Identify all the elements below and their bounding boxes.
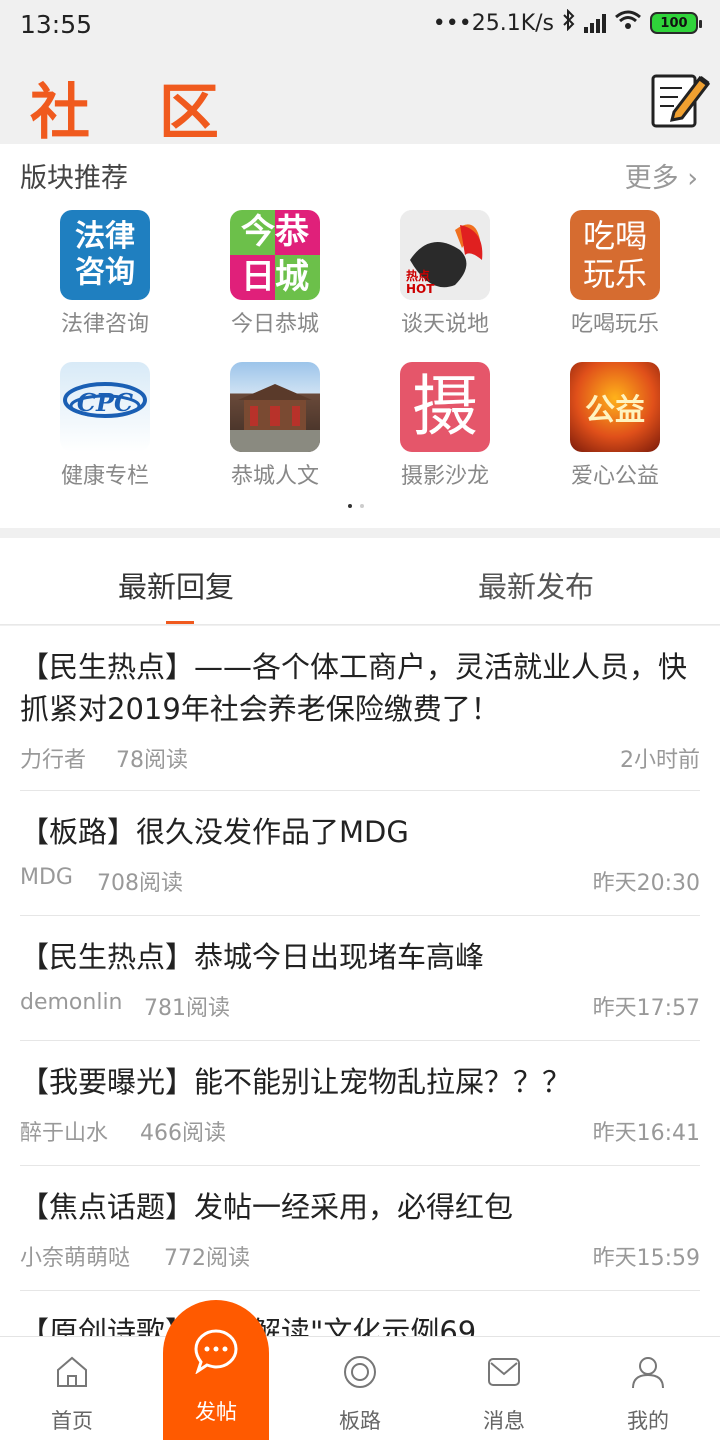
board-item-photo[interactable]: 摄 摄影沙龙: [360, 362, 530, 502]
post-meta: MDG 708阅读 昨天20:30: [20, 853, 700, 915]
post-time: 昨天20:30: [592, 871, 700, 896]
tab-latest-posts[interactable]: 最新发布: [478, 564, 594, 606]
nav-label: 我的: [627, 1409, 669, 1433]
post-meta: 小奈萌萌哒 772阅读 昨天15:59: [20, 1228, 700, 1290]
nav-label: 板路: [339, 1409, 381, 1433]
user-icon: [632, 1357, 664, 1389]
list-item[interactable]: 【民生热点】恭城今日出现堵车高峰 demonlin 781阅读 昨天17:57: [20, 916, 700, 1041]
board-item-food[interactable]: 吃喝玩乐 吃喝玩乐: [530, 210, 700, 350]
board-label: 法律咨询: [60, 312, 149, 337]
post-author: 力行者: [20, 748, 87, 773]
post-reads: 78阅读: [116, 748, 188, 773]
post-title[interactable]: 【民生热点】——各个体工商户，灵活就业人员，快抓紧对2019年社会养老保险缴费了…: [20, 626, 700, 730]
more-label: 更多: [624, 163, 679, 194]
more-link[interactable]: 更多 ›: [625, 156, 698, 195]
food-board-icon: 吃喝玩乐: [570, 210, 660, 300]
post-author: MDG: [20, 865, 73, 890]
board-item-charity[interactable]: 公益 爱心公益: [530, 362, 700, 502]
post-author: 小奈萌萌哒: [20, 1246, 131, 1271]
post-time: 昨天17:57: [592, 996, 700, 1021]
post-meta: demonlin 781阅读 昨天17:57: [20, 978, 700, 1040]
list-item[interactable]: 【焦点话题】发帖一经采用，必得红包 小奈萌萌哒 772阅读 昨天15:59: [20, 1166, 700, 1291]
nav-label: 消息: [483, 1409, 525, 1433]
board-label: 今日恭城: [230, 312, 319, 337]
post-reads: 708阅读: [97, 871, 183, 896]
section-title: 版块推荐: [20, 163, 128, 194]
chevron-right-icon: ›: [687, 163, 698, 194]
page-indicator: [348, 504, 364, 508]
compose-button[interactable]: [650, 70, 712, 130]
post-time: 昨天15:59: [592, 1246, 700, 1271]
post-title[interactable]: 【板路】很久没发作品了MDG: [20, 791, 700, 853]
battery-icon: 100: [650, 12, 702, 34]
culture-board-icon: [230, 362, 320, 452]
mail-icon: [488, 1358, 520, 1386]
cell-signal-icon: [584, 13, 606, 33]
post-button-label: 发帖: [195, 1400, 237, 1424]
active-tab-indicator: [166, 621, 194, 624]
board-recommendations: 版块推荐 更多 › 法律咨询 法律咨询 今恭日城 今日恭城 热点HOT 谈天说地…: [0, 144, 720, 528]
law-board-icon: 法律咨询: [60, 210, 150, 300]
post-title[interactable]: 【焦点话题】发帖一经采用，必得红包: [20, 1166, 700, 1228]
board-item-today[interactable]: 今恭日城 今日恭城: [190, 210, 360, 350]
post-title[interactable]: 【民生热点】恭城今日出现堵车高峰: [20, 916, 700, 978]
bottom-nav: 首页 板路 消息 我的: [0, 1336, 720, 1440]
feed-tabs: 最新回复 最新发布: [0, 538, 720, 625]
status-bar: 13:55 •••25.1K/s 100: [0, 0, 720, 50]
post-author: 醉于山水: [20, 1121, 109, 1146]
nav-me[interactable]: 我的: [576, 1337, 720, 1440]
board-item-chat[interactable]: 热点HOT 谈天说地: [360, 210, 530, 350]
board-label: 恭城人文: [230, 464, 319, 489]
chat-board-icon: 热点HOT: [400, 210, 490, 300]
network-speed: •••25.1K/s: [432, 10, 554, 36]
post-author: demonlin: [20, 990, 123, 1015]
list-item[interactable]: 【原创诗歌】……解读"文化示例69: [20, 1291, 700, 1336]
app-header: 社 区: [0, 50, 720, 148]
post-reads: 781阅读: [144, 996, 230, 1021]
nav-home[interactable]: 首页: [0, 1337, 144, 1440]
nav-label: 首页: [51, 1409, 93, 1433]
board-item-culture[interactable]: 恭城人文: [190, 362, 360, 502]
page-dot-active: [348, 504, 352, 508]
list-item[interactable]: 【我要曝光】能不能别让宠物乱拉屎？？？ 醉于山水 466阅读 昨天16:41: [20, 1041, 700, 1166]
post-meta: 力行者 78阅读 2小时前: [20, 730, 700, 790]
health-board-icon: CPC: [60, 362, 150, 452]
post-time: 昨天16:41: [592, 1121, 700, 1146]
status-indicators: •••25.1K/s 100: [432, 8, 702, 37]
nav-boards[interactable]: 板路: [288, 1337, 432, 1440]
home-icon: [57, 1356, 87, 1387]
nav-messages[interactable]: 消息: [432, 1337, 576, 1440]
board-label: 爱心公益: [570, 464, 659, 489]
photo-board-icon: 摄: [400, 362, 490, 452]
post-title[interactable]: 【原创诗歌】……解读"文化示例69: [20, 1291, 700, 1336]
charity-board-icon: 公益: [570, 362, 660, 452]
list-item[interactable]: 【民生热点】——各个体工商户，灵活就业人员，快抓紧对2019年社会养老保险缴费了…: [20, 626, 700, 791]
post-feed: 【民生热点】——各个体工商户，灵活就业人员，快抓紧对2019年社会养老保险缴费了…: [0, 626, 720, 1336]
board-label: 摄影沙龙: [400, 464, 489, 489]
bluetooth-icon: [562, 8, 576, 37]
today-board-icon: 今恭日城: [230, 210, 320, 300]
boards-icon: [344, 1356, 376, 1388]
board-item-health[interactable]: CPC 健康专栏: [20, 362, 190, 502]
chat-bubble-icon: [194, 1329, 238, 1374]
post-reads: 466阅读: [140, 1121, 226, 1146]
board-label: 健康专栏: [60, 464, 149, 489]
board-label: 吃喝玩乐: [570, 312, 659, 337]
board-label: 谈天说地: [400, 312, 489, 337]
board-item-law[interactable]: 法律咨询 法律咨询: [20, 210, 190, 350]
tab-latest-replies[interactable]: 最新回复: [118, 564, 234, 606]
post-button[interactable]: 发帖: [163, 1300, 269, 1440]
edit-note-icon: [651, 74, 711, 128]
post-title[interactable]: 【我要曝光】能不能别让宠物乱拉屎？？？: [20, 1041, 700, 1103]
page-dot: [360, 504, 364, 508]
wifi-icon: [614, 9, 642, 37]
list-item[interactable]: 【板路】很久没发作品了MDG MDG 708阅读 昨天20:30: [20, 791, 700, 916]
status-time: 13:55: [20, 10, 93, 39]
post-reads: 772阅读: [164, 1246, 250, 1271]
post-meta: 醉于山水 466阅读 昨天16:41: [20, 1103, 700, 1165]
page-title: 社 区: [30, 78, 243, 148]
post-time: 2小时前: [620, 748, 700, 773]
